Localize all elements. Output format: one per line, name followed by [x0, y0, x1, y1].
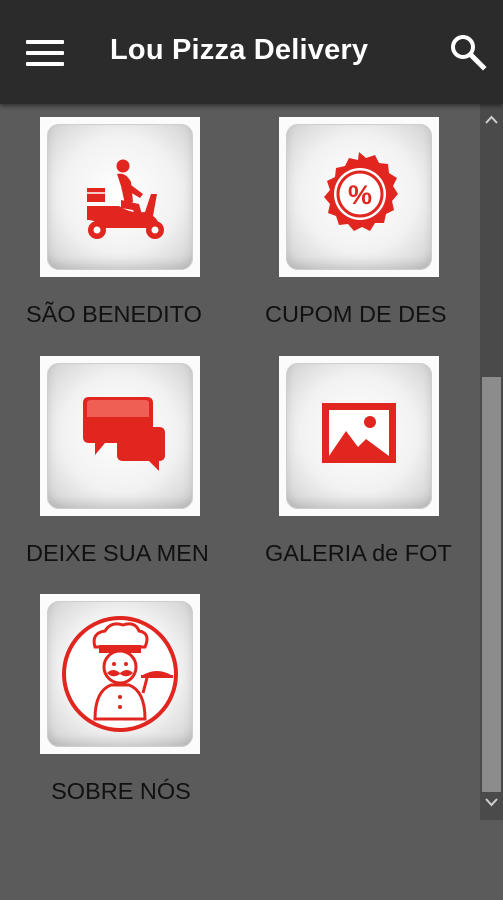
tile-frame: % — [279, 117, 439, 277]
tile-label: CUPOM DE DES — [265, 301, 447, 327]
tile-label: GALERIA de FOT — [265, 540, 452, 566]
tile-frame — [279, 356, 439, 516]
scrollbar[interactable] — [480, 104, 503, 820]
tile-frame — [40, 594, 200, 754]
tile-label: SÃO BENEDITO — [26, 301, 202, 327]
scroll-down-arrow-icon[interactable] — [480, 794, 503, 810]
tile-label: DEIXE SUA MEN — [26, 540, 209, 566]
scroll-up-arrow-icon[interactable] — [480, 112, 503, 128]
chat-bubbles-icon — [83, 397, 165, 471]
app-bar: Lou Pizza Delivery — [0, 0, 503, 104]
chef-icon — [62, 616, 178, 732]
menu-icon[interactable] — [26, 38, 64, 68]
tile-label: SOBRE NÓS — [51, 778, 191, 804]
scroll-thumb[interactable] — [482, 377, 501, 792]
tile-frame — [40, 356, 200, 516]
search-icon[interactable] — [448, 32, 488, 72]
discount-badge-icon: % — [324, 152, 398, 231]
tile-frame — [40, 117, 200, 277]
menu-grid: SÃO BENEDITO % CUPOM DE DES DEIXE SUA ME… — [0, 104, 480, 820]
gallery-image-icon — [322, 403, 396, 463]
delivery-scooter-icon — [87, 159, 164, 239]
app-title: Lou Pizza Delivery — [110, 34, 369, 66]
svg-text:%: % — [348, 180, 372, 210]
